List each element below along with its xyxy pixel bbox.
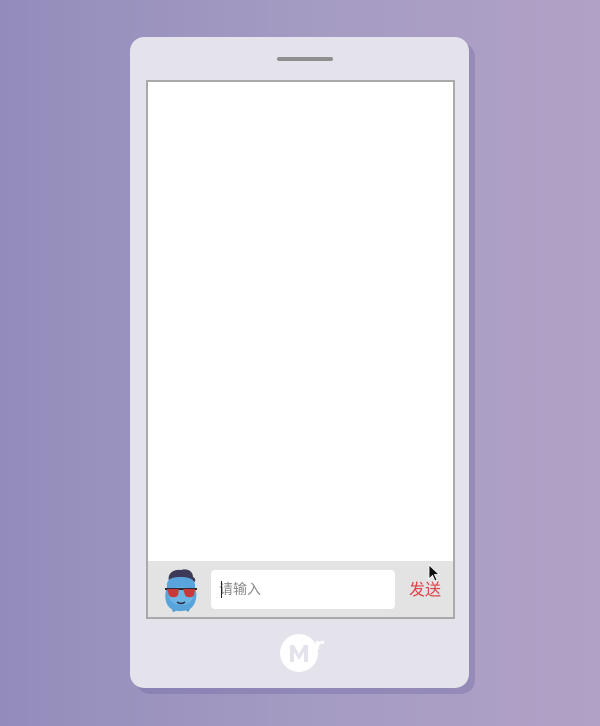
avatar-icon[interactable] bbox=[160, 567, 202, 613]
text-caret bbox=[221, 581, 222, 598]
phone-frame: 发送 bbox=[130, 37, 469, 688]
mouse-pointer-icon bbox=[428, 564, 440, 582]
chat-input-bar: 发送 bbox=[148, 561, 453, 617]
message-input[interactable] bbox=[211, 570, 395, 609]
chat-message-area bbox=[148, 82, 453, 561]
phone-screen: 发送 bbox=[146, 80, 455, 619]
phone-speaker bbox=[277, 57, 333, 61]
mr-logo-icon[interactable] bbox=[279, 632, 331, 674]
